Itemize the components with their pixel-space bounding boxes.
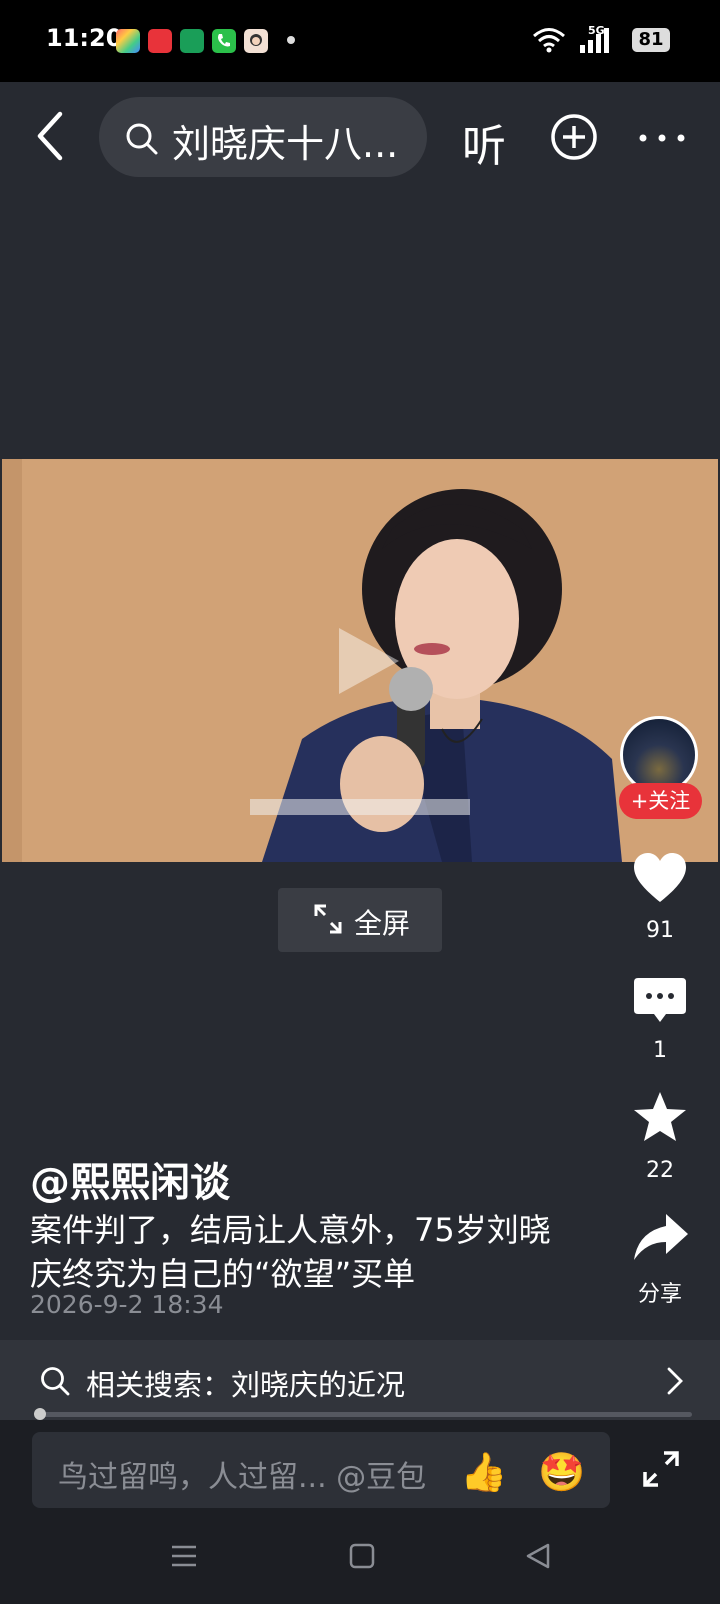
share-label[interactable]: 分享 xyxy=(620,1276,700,1308)
chevron-right-icon[interactable] xyxy=(666,1366,684,1396)
listen-button[interactable]: 听 xyxy=(462,110,506,174)
follow-button[interactable]: +关注 xyxy=(619,783,702,819)
app-icon-3 xyxy=(180,29,204,53)
comment-count: 1 xyxy=(653,1038,667,1063)
back-icon[interactable] xyxy=(30,108,82,164)
back-nav-icon[interactable] xyxy=(524,1542,552,1570)
app-icon-5 xyxy=(244,29,268,53)
author-name[interactable]: @熙熙闲谈 xyxy=(30,1150,230,1208)
search-icon xyxy=(41,1367,70,1396)
expand-icon[interactable] xyxy=(642,1450,680,1488)
share-icon[interactable] xyxy=(632,1212,690,1262)
phone-icon xyxy=(212,29,236,53)
battery-indicator: 81 xyxy=(632,28,670,52)
wifi-icon xyxy=(533,28,565,53)
home-nav-icon[interactable] xyxy=(348,1542,376,1570)
add-icon[interactable] xyxy=(549,112,599,162)
star-icon[interactable] xyxy=(632,1090,688,1144)
toutiao-icon xyxy=(148,29,172,53)
post-date: 2026-9-2 18:34 xyxy=(30,1290,224,1319)
heart-icon[interactable] xyxy=(632,852,688,904)
signal-icon xyxy=(580,28,609,53)
status-time: 11:20 xyxy=(46,24,123,52)
video-progress-bar[interactable] xyxy=(36,1412,692,1417)
like-count: 91 xyxy=(646,918,674,943)
app-icon-1 xyxy=(116,29,140,53)
notification-dot xyxy=(287,36,295,44)
expand-arrows-icon xyxy=(314,904,342,934)
play-icon[interactable] xyxy=(333,624,403,698)
menu-nav-icon[interactable] xyxy=(170,1542,198,1570)
search-query[interactable]: 刘晓庆十八... xyxy=(172,113,398,168)
progress-thumb[interactable] xyxy=(34,1408,46,1420)
post-caption: 案件判了，结局让人意外，75岁刘晓庆终究为自己的“欲望”买单 xyxy=(30,1211,551,1293)
more-icon[interactable] xyxy=(637,118,687,158)
star-struck-emoji[interactable]: 🤩 xyxy=(538,1450,585,1495)
thumbs-up-emoji[interactable]: 👍 xyxy=(460,1450,507,1495)
comment-icon[interactable] xyxy=(632,976,688,1028)
fullscreen-label: 全屏 xyxy=(354,907,411,940)
comment-placeholder[interactable]: 鸟过留鸣，人过留... @豆包 xyxy=(58,1452,426,1496)
search-icon xyxy=(126,123,158,155)
favorite-count: 22 xyxy=(646,1158,674,1183)
related-search-label[interactable]: 相关搜索：刘晓庆的近况 xyxy=(86,1362,405,1404)
